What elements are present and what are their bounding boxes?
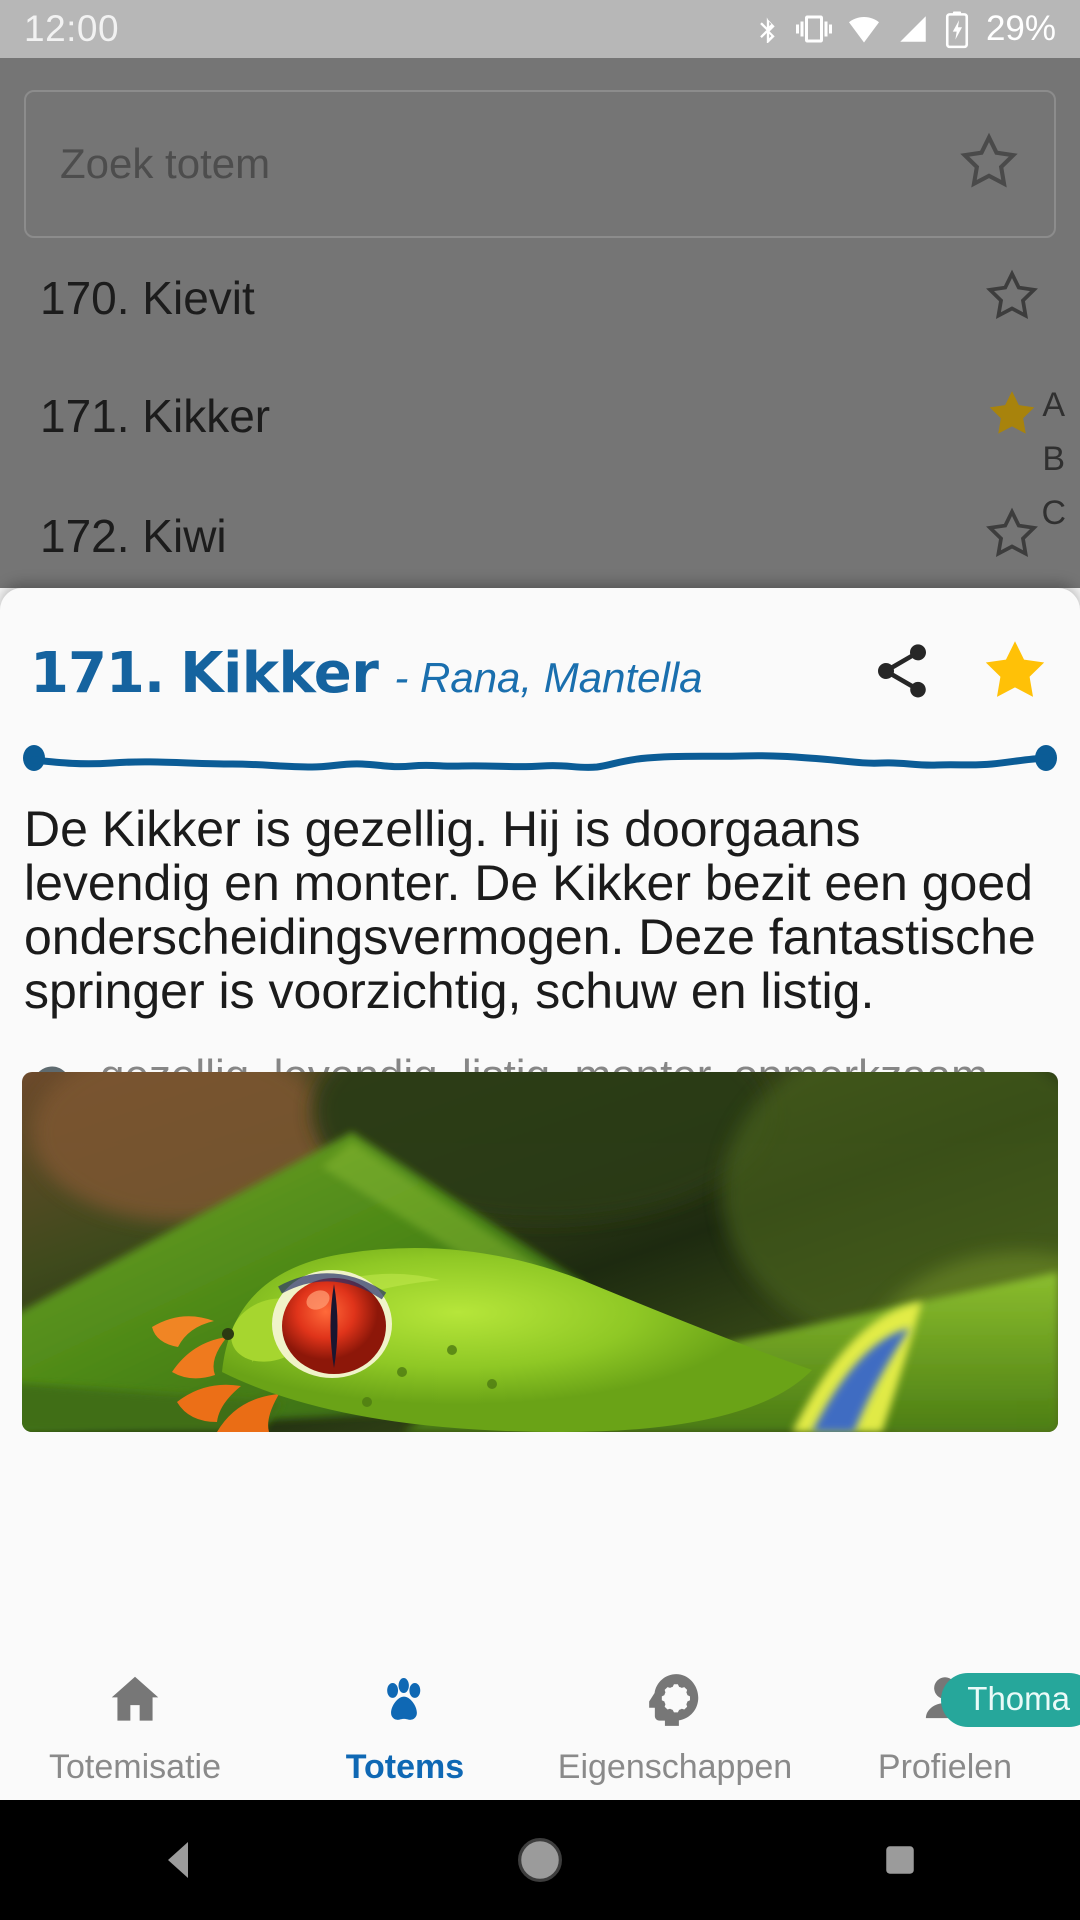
list-item[interactable]: 171. Kikker — [40, 386, 1040, 446]
status-bar-clock: 12:00 — [24, 8, 120, 49]
nav-item-totemisatie[interactable]: Totemisatie — [0, 1669, 270, 1787]
list-item-label: 170. Kievit — [40, 272, 255, 324]
star-filled-icon[interactable] — [984, 386, 1040, 447]
nav-item-eigenschappen[interactable]: Eigenschappen — [540, 1669, 810, 1787]
alphabet-index-letter[interactable]: B — [1042, 442, 1065, 476]
nav-item-profielen[interactable]: Profielen Thoma — [810, 1669, 1080, 1787]
totem-name: Kikker — [180, 641, 379, 706]
list-item-label: 172. Kiwi — [40, 510, 227, 562]
home-circle-icon — [518, 1838, 562, 1882]
nav-label: Totems — [345, 1748, 465, 1786]
detail-card-header: 171. Kikker - Rana, Mantella — [0, 588, 1080, 711]
profile-name-badge[interactable]: Thoma — [941, 1673, 1080, 1727]
search-field[interactable]: Zoek totem — [24, 90, 1056, 238]
favorites-filter-star-icon[interactable] — [958, 131, 1020, 198]
psychology-head-gear-icon — [644, 1669, 706, 1736]
battery-charging-icon — [945, 11, 968, 49]
detail-card-actions — [870, 636, 1050, 711]
battery-percentage: 29% — [985, 9, 1056, 48]
totem-number: 171. — [30, 641, 165, 706]
totem-latin-name: - Rana, Mantella — [394, 654, 703, 701]
status-bar: 12:00 29% — [0, 0, 1080, 58]
android-navigation-bar — [0, 1800, 1080, 1920]
background-totem-list: Zoek totem 170. Kievit 171. Kikker 172. … — [0, 58, 1080, 588]
star-outline-icon[interactable] — [984, 506, 1040, 567]
nav-label: Profielen — [877, 1748, 1013, 1786]
detail-title: 171. Kikker - Rana, Mantella — [30, 641, 850, 706]
list-item[interactable]: 172. Kiwi — [40, 506, 1040, 566]
recents-square-icon — [886, 1846, 914, 1874]
android-home-button[interactable] — [440, 1834, 640, 1886]
vibrate-icon — [795, 15, 832, 43]
paw-icon — [374, 1669, 436, 1736]
nav-label: Eigenschappen — [557, 1748, 793, 1786]
android-back-button[interactable] — [80, 1836, 280, 1884]
list-item-label: 171. Kikker — [40, 390, 271, 442]
alphabet-index-letter[interactable]: C — [1041, 496, 1066, 530]
wifi-icon — [848, 17, 879, 43]
alphabet-scroll-index[interactable]: A B C — [1041, 388, 1066, 530]
totem-detail-card: 171. Kikker - Rana, Mantella De Kikker i… — [0, 588, 1080, 1656]
status-bar-icons: 29% — [754, 9, 1056, 49]
home-icon — [104, 1669, 166, 1736]
android-recents-button[interactable] — [800, 1838, 1000, 1882]
bottom-navigation-bar: Totemisatie Totems Eigenschappen Profiel… — [0, 1656, 1080, 1800]
totem-description: De Kikker is gezellig. Hij is doorgaans … — [24, 801, 1036, 1019]
alphabet-index-letter[interactable]: A — [1042, 388, 1065, 422]
star-outline-icon[interactable] — [984, 268, 1040, 329]
totem-photo[interactable] — [22, 1072, 1058, 1432]
share-icon[interactable] — [870, 639, 934, 708]
nav-label: Totemisatie — [49, 1748, 221, 1786]
wavy-divider — [22, 737, 1058, 784]
search-input-placeholder[interactable]: Zoek totem — [60, 140, 270, 188]
signal-icon — [900, 16, 926, 42]
nav-item-totems[interactable]: Totems — [270, 1669, 540, 1787]
phone-screen: 12:00 29% Zoek totem 170. Kievit 171. Ki… — [0, 0, 1080, 1920]
back-triangle-icon — [168, 1842, 188, 1878]
bluetooth-icon — [760, 17, 775, 43]
favorite-star-icon[interactable] — [980, 636, 1050, 711]
list-item[interactable]: 170. Kievit — [40, 268, 1040, 328]
